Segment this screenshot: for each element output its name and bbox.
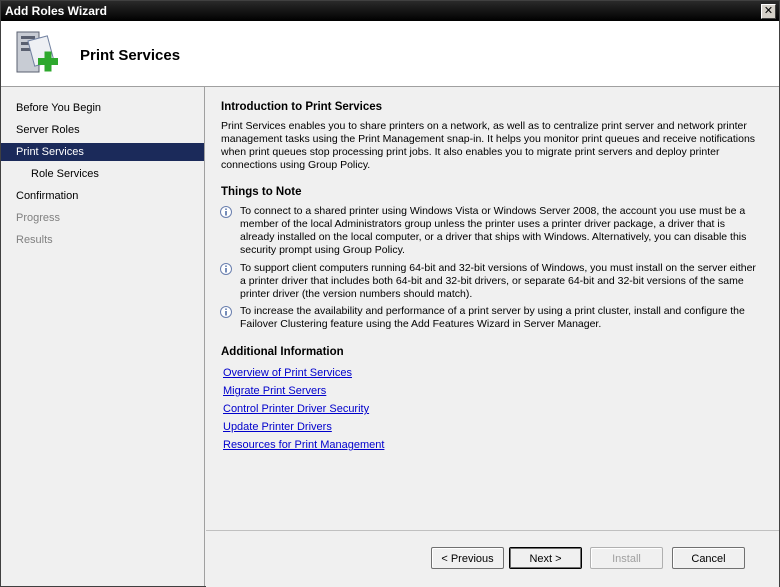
- link-overview-print-services[interactable]: Overview of Print Services: [223, 367, 352, 379]
- info-icon: [220, 306, 232, 318]
- note-text: To increase the availability and perform…: [240, 305, 745, 330]
- info-icon: [220, 206, 232, 218]
- install-button: Install: [590, 547, 663, 569]
- close-button[interactable]: ✕: [761, 4, 776, 19]
- next-button[interactable]: Next >: [509, 547, 582, 569]
- note-text: To support client computers running 64-b…: [240, 262, 756, 300]
- nav-item-server-roles[interactable]: Server Roles: [1, 121, 204, 139]
- wizard-window: Add Roles Wizard ✕ Print Services Before…: [0, 0, 780, 587]
- button-bar: < Previous Next > Install Cancel: [206, 530, 779, 587]
- additional-info-heading: Additional Information: [221, 346, 344, 358]
- intro-heading: Introduction to Print Services: [221, 101, 383, 113]
- note-text: To connect to a shared printer using Win…: [240, 205, 747, 256]
- link-update-printer-drivers[interactable]: Update Printer Drivers: [223, 421, 332, 433]
- title-bar[interactable]: Add Roles Wizard ✕: [1, 1, 779, 21]
- notes-heading: Things to Note: [221, 186, 302, 198]
- link-resources-print-management[interactable]: Resources for Print Management: [223, 439, 384, 451]
- page-title: Print Services: [80, 47, 181, 64]
- info-icon: [220, 263, 232, 275]
- nav-item-before-you-begin[interactable]: Before You Begin: [1, 99, 204, 117]
- intro-text: Print Services enables you to share prin…: [221, 120, 756, 171]
- previous-button[interactable]: < Previous: [431, 547, 504, 569]
- nav-item-progress: Progress: [16, 212, 61, 224]
- window-title: Add Roles Wizard: [5, 4, 107, 18]
- nav-item-confirmation[interactable]: Confirmation: [1, 187, 204, 205]
- wizard-header: Print Services: [1, 21, 779, 87]
- server-add-icon: [16, 31, 58, 73]
- content-pane: Introduction to Print Services Print Ser…: [206, 87, 779, 530]
- link-migrate-print-servers[interactable]: Migrate Print Servers: [223, 385, 326, 397]
- nav-item-print-services[interactable]: Print Services: [1, 143, 204, 161]
- link-control-driver-security[interactable]: Control Printer Driver Security: [223, 403, 369, 415]
- nav-item-results: Results: [16, 234, 53, 246]
- nav-item-role-services[interactable]: Role Services: [1, 165, 204, 183]
- wizard-steps-nav: Before You Begin Server Roles Print Serv…: [1, 87, 205, 586]
- cancel-button[interactable]: Cancel: [672, 547, 745, 569]
